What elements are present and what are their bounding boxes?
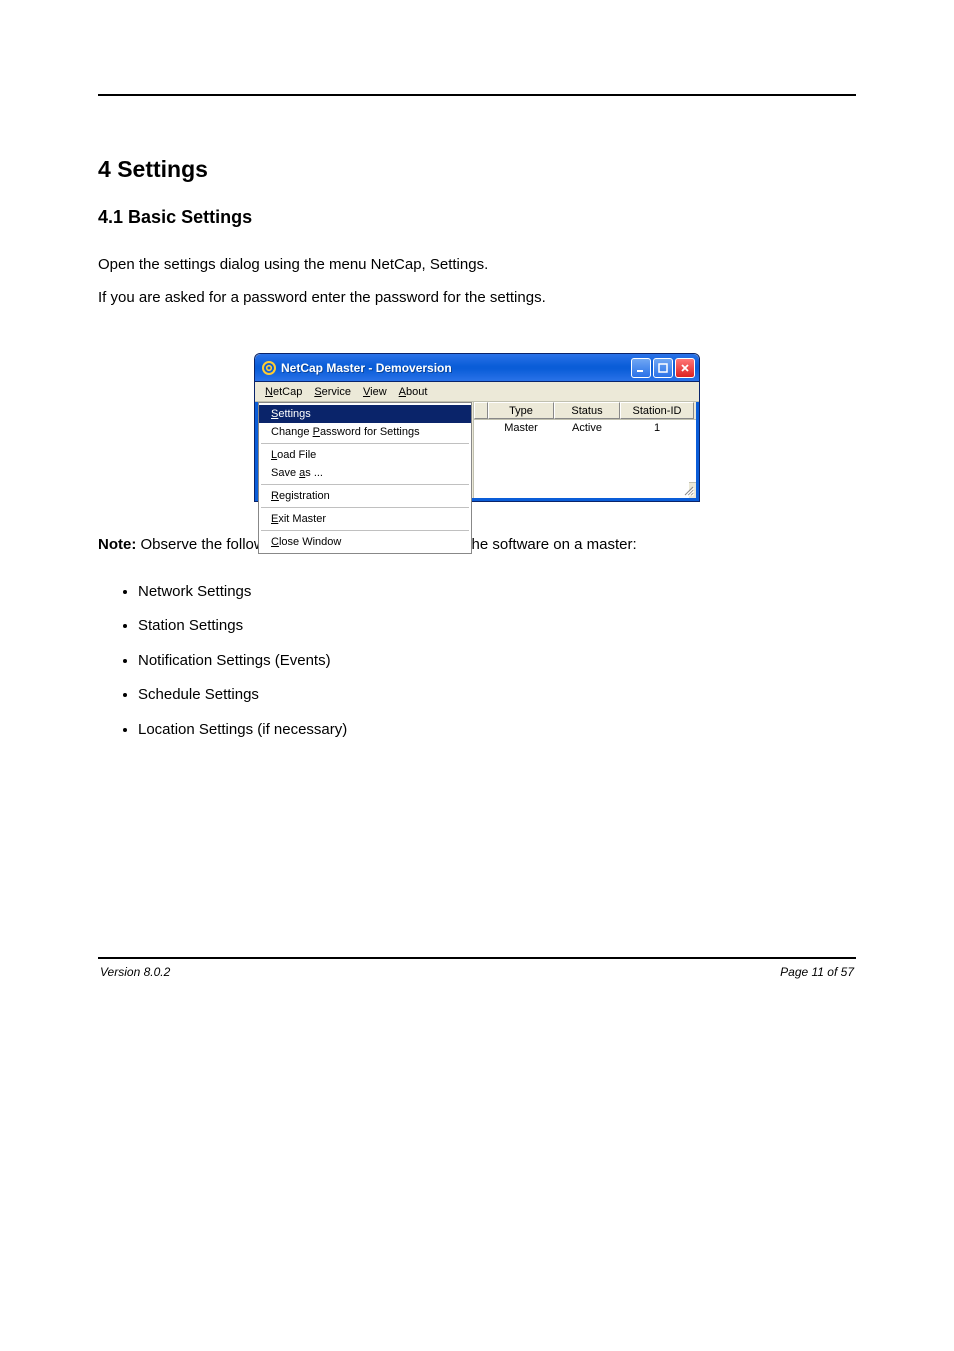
- at-sign-icon: [261, 360, 277, 376]
- footer-page: Page 11 of 57: [780, 965, 854, 979]
- subsection-title: Basic Settings: [128, 207, 252, 227]
- menu-item-settings[interactable]: Settings: [259, 405, 471, 423]
- menu-item-exit-master[interactable]: Exit Master: [259, 510, 471, 528]
- list-item: Network Settings: [138, 575, 856, 610]
- menu-about[interactable]: About: [393, 384, 434, 400]
- menu-item-registration[interactable]: Registration: [259, 487, 471, 505]
- menu-separator: [261, 443, 469, 444]
- netcap-dropdown-menu: Settings Change Password for Settings Lo…: [258, 402, 472, 554]
- table-header-row: Type Status Station-ID: [474, 402, 696, 420]
- footer-version: Version 8.0.2: [100, 965, 170, 979]
- menu-view[interactable]: View: [357, 384, 393, 400]
- status-bar: [689, 482, 696, 498]
- resize-grip-icon[interactable]: [683, 485, 695, 497]
- close-button[interactable]: [675, 358, 695, 378]
- maximize-button[interactable]: [653, 358, 673, 378]
- table-corner: [474, 402, 488, 419]
- row-handle: [474, 420, 488, 436]
- col-header-station-id[interactable]: Station-ID: [620, 402, 694, 419]
- section-title: Settings: [117, 156, 208, 182]
- note-paragraph: Note: Observe the following sequence whe…: [98, 534, 856, 557]
- table-row[interactable]: Master Active 1: [474, 420, 696, 436]
- subsection-heading: 4.1 Basic Settings: [98, 207, 856, 228]
- col-header-type[interactable]: Type: [488, 402, 554, 419]
- menu-item-change-password[interactable]: Change Password for Settings: [259, 423, 471, 441]
- list-item: Station Settings: [138, 609, 856, 644]
- app-window: NetCap Master - Demoversion NetCap Servi…: [254, 353, 700, 502]
- setup-sequence-list: Network Settings Station Settings Notifi…: [98, 575, 856, 748]
- cell-station-id: 1: [620, 420, 694, 436]
- intro-paragraph-1: Open the settings dialog using the menu …: [98, 254, 856, 277]
- intro-paragraph-2: If you are asked for a password enter th…: [98, 287, 856, 310]
- list-item: Schedule Settings: [138, 678, 856, 713]
- menu-separator: [261, 507, 469, 508]
- list-item: Location Settings (if necessary): [138, 713, 856, 748]
- section-heading: 4 Settings: [98, 156, 856, 183]
- col-header-status[interactable]: Status: [554, 402, 620, 419]
- window-title: NetCap Master - Demoversion: [281, 361, 631, 375]
- menu-service[interactable]: Service: [308, 384, 357, 400]
- screenshot-container: NetCap Master - Demoversion NetCap Servi…: [98, 353, 856, 502]
- cell-status: Active: [554, 420, 620, 436]
- menu-item-load-file[interactable]: Load File: [259, 446, 471, 464]
- menu-separator: [261, 530, 469, 531]
- title-bar[interactable]: NetCap Master - Demoversion: [255, 354, 699, 382]
- menu-item-close-window[interactable]: Close Window: [259, 533, 471, 551]
- top-rule: [98, 94, 856, 96]
- menu-bar: NetCap Service View About: [255, 382, 699, 402]
- subsection-number: 4.1: [98, 207, 123, 227]
- window-body: Settings Change Password for Settings Lo…: [255, 402, 699, 501]
- note-label: Note:: [98, 536, 136, 553]
- cell-type: Master: [488, 420, 554, 436]
- section-number: 4: [98, 156, 111, 182]
- list-item: Notification Settings (Events): [138, 644, 856, 679]
- station-table: Type Status Station-ID Master Active 1: [473, 402, 696, 498]
- page-footer: Version 8.0.2 Page 11 of 57: [98, 959, 856, 985]
- menu-item-save-as[interactable]: Save as ...: [259, 464, 471, 482]
- menu-separator: [261, 484, 469, 485]
- minimize-button[interactable]: [631, 358, 651, 378]
- menu-netcap[interactable]: NetCap: [259, 384, 308, 400]
